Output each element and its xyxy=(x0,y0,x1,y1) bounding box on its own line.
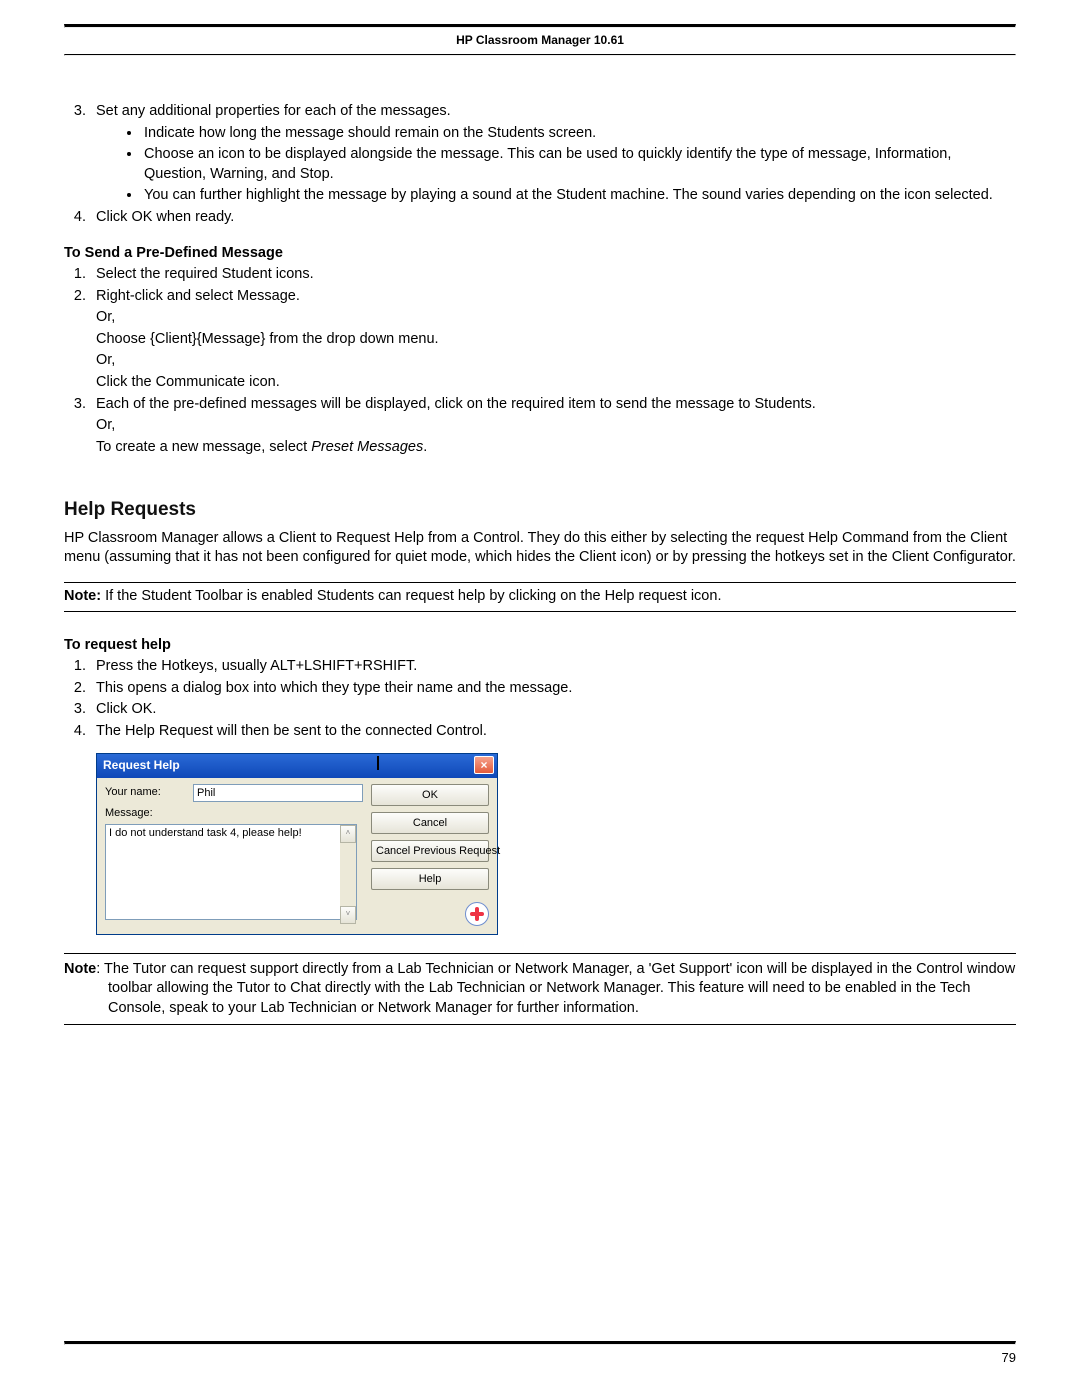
dialog-title-text: Request Help xyxy=(103,757,180,773)
step-4: The Help Request will then be sent to th… xyxy=(90,722,1016,742)
your-name-label: Your name: xyxy=(105,785,185,800)
sub-bullet: Choose an icon to be displayed alongside… xyxy=(142,145,1016,184)
your-name-input[interactable] xyxy=(193,784,363,802)
body-section: Set any additional properties for each o… xyxy=(64,102,1016,1025)
dialog-titlebar[interactable]: Request Help × xyxy=(97,754,497,777)
predef-alt-1: Choose {Client}{Message} from the drop d… xyxy=(96,330,1016,350)
dialog-body: Your name: Message: ˄ ˅ O xyxy=(97,778,497,934)
predef-item-3-text: Each of the pre-defined messages will be… xyxy=(96,396,816,412)
predef-item-3-alt: To create a new message, select Preset M… xyxy=(96,438,1016,458)
medical-cross-icon xyxy=(465,902,489,926)
ok-button[interactable]: OK xyxy=(371,784,489,806)
text-cursor-icon xyxy=(372,756,384,774)
step-3: Click OK. xyxy=(90,700,1016,720)
page-number: 79 xyxy=(64,1349,1016,1367)
request-help-dialog: Request Help × Your name: Message: xyxy=(96,753,498,934)
cancel-previous-button[interactable]: Cancel Previous Request xyxy=(371,840,489,862)
help-requests-heading: Help Requests xyxy=(64,497,1016,523)
list-item-4: Click OK when ready. xyxy=(90,208,1016,228)
message-textarea[interactable] xyxy=(105,824,357,920)
list-item-3-text: Set any additional properties for each o… xyxy=(96,103,451,119)
predef-item-3: Each of the pre-defined messages will be… xyxy=(90,395,1016,458)
cancel-button[interactable]: Cancel xyxy=(371,812,489,834)
list-item-3: Set any additional properties for each o… xyxy=(90,102,1016,206)
footer-rule xyxy=(64,1341,1016,1345)
note2-label: Note xyxy=(64,961,96,977)
predef-alt-post: . xyxy=(423,439,427,455)
note-label: Note: xyxy=(64,588,101,604)
message-label: Message: xyxy=(105,806,185,821)
predef-list: Select the required Student icons. Right… xyxy=(64,265,1016,457)
textarea-scrollbar[interactable]: ˄ ˅ xyxy=(340,825,356,924)
page-footer: 79 xyxy=(64,1341,1016,1367)
to-request-heading: To request help xyxy=(64,636,1016,656)
predef-or-2: Or, xyxy=(96,351,1016,371)
scroll-up-icon[interactable]: ˄ xyxy=(340,825,356,843)
top-ordered-list: Set any additional properties for each o… xyxy=(64,102,1016,227)
note2-text: : The Tutor can request support directly… xyxy=(96,961,1015,1016)
sub-bullet: You can further highlight the message by… xyxy=(142,186,1016,206)
header-underline xyxy=(64,54,1016,56)
request-steps: Press the Hotkeys, usually ALT+LSHIFT+RS… xyxy=(64,657,1016,741)
help-requests-para: HP Classroom Manager allows a Client to … xyxy=(64,529,1016,568)
sub-bullets: Indicate how long the message should rem… xyxy=(96,124,1016,206)
note-text: If the Student Toolbar is enabled Studen… xyxy=(101,588,721,604)
predef-alt-2: Click the Communicate icon. xyxy=(96,373,1016,393)
predef-heading: To Send a Pre-Defined Message xyxy=(64,244,1016,264)
predef-item-3-or: Or, xyxy=(96,416,1016,436)
predef-or-1: Or, xyxy=(96,308,1016,328)
step-1: Press the Hotkeys, usually ALT+LSHIFT+RS… xyxy=(90,657,1016,677)
predef-alt-em: Preset Messages xyxy=(311,439,423,455)
predef-item-2: Right-click and select Message. Or, Choo… xyxy=(90,287,1016,393)
tutor-support-note: Note: The Tutor can request support dire… xyxy=(64,953,1016,1026)
note-student-toolbar: Note: If the Student Toolbar is enabled … xyxy=(64,582,1016,612)
page-header-title: HP Classroom Manager 10.61 xyxy=(64,28,1016,54)
scroll-down-icon[interactable]: ˅ xyxy=(340,906,356,924)
step-2: This opens a dialog box into which they … xyxy=(90,679,1016,699)
sub-bullet: Indicate how long the message should rem… xyxy=(142,124,1016,144)
predef-alt-pre: To create a new message, select xyxy=(96,439,311,455)
predef-item-1: Select the required Student icons. xyxy=(90,265,1016,285)
predef-item-2-text: Right-click and select Message. xyxy=(96,288,300,304)
close-icon[interactable]: × xyxy=(474,756,494,774)
help-button[interactable]: Help xyxy=(371,868,489,890)
